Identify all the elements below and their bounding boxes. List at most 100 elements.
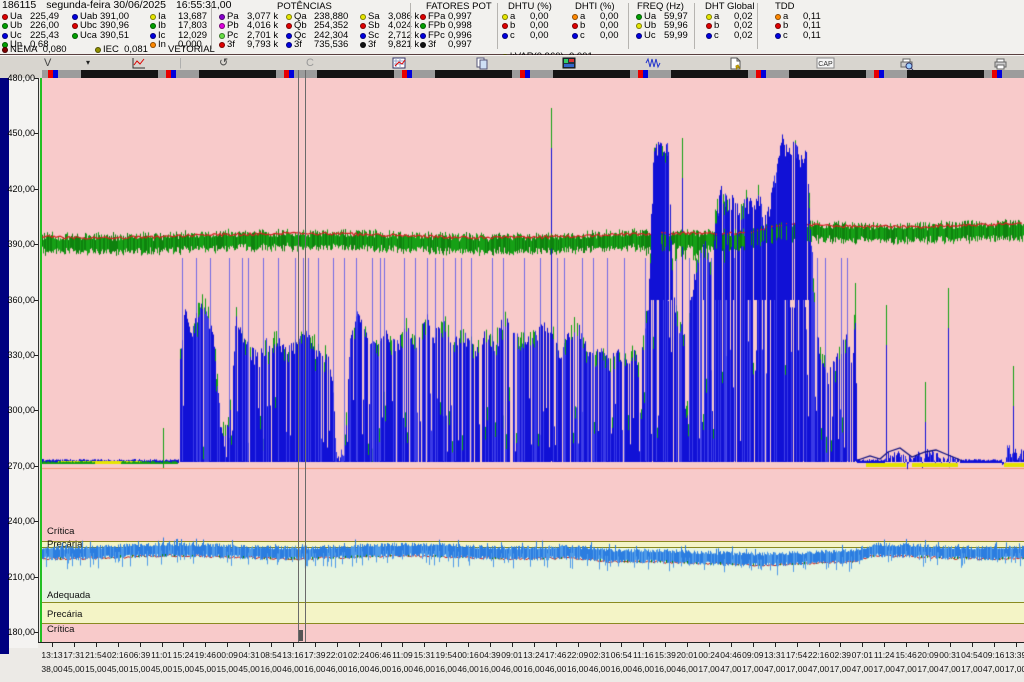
measure-label: 3f [227, 40, 247, 49]
chevron-down-icon[interactable]: ▾ [86, 56, 90, 70]
series-color-dot-icon [286, 33, 292, 39]
series-color-dot-icon [219, 23, 225, 29]
vertical-scrollbar[interactable] [0, 78, 9, 654]
x-tick-mark [862, 642, 863, 647]
time-cursor[interactable] [298, 70, 306, 642]
series-color-dot-icon [636, 33, 642, 39]
time-cursor-handle[interactable] [299, 630, 303, 641]
series-color-dot-icon [150, 33, 156, 39]
measure-label: c [580, 31, 600, 40]
x-time-label: 06:54 [611, 651, 632, 660]
measure-label: Uc [644, 31, 664, 40]
header-separator [694, 3, 695, 49]
measure-value: 0,02 [734, 30, 753, 41]
x-tick-mark [359, 642, 360, 647]
panel-power-factors: FPa0,997FPb0,998FPc0,9963f0,997 [420, 12, 472, 50]
y-axis-line [38, 78, 39, 642]
x-tick-mark [424, 642, 425, 647]
measure-value: 0,11 [803, 30, 821, 41]
x-seconds-label: 46,00 [326, 665, 347, 674]
x-seconds-label: 16,00 [436, 665, 457, 674]
x-time-label: 00:16 [457, 651, 478, 660]
x-tick-mark [753, 642, 754, 647]
plot-area[interactable]: CríticaPrecáriaAdequadaPrecáriaCrítica [42, 78, 1024, 642]
y-tick-label: 420,00 [7, 185, 35, 194]
y-tick-label: 210,00 [7, 573, 35, 582]
series-color-dot-icon [420, 23, 426, 29]
x-tick-mark [249, 642, 250, 647]
undo-icon[interactable]: ↺ [219, 56, 228, 70]
measurements-header: 186115segunda-feira 30/06/202516:55:31,0… [0, 0, 1024, 55]
redo-icon[interactable]: C [306, 56, 314, 70]
x-tick-mark [600, 642, 601, 647]
event-timeline-strip[interactable] [42, 70, 1024, 78]
series-color-dot-icon [502, 33, 508, 39]
x-seconds-label: 17,00 [1005, 665, 1024, 674]
fatores-pot-title: FATORES POT [426, 2, 492, 12]
vetorial-label[interactable]: VETORIAL [168, 45, 215, 55]
new-document-icon[interactable] [729, 57, 742, 71]
toolbar: V▾|↺CCAP [0, 55, 1024, 71]
x-time-label: 02:39 [830, 651, 851, 660]
waveform-icon[interactable] [645, 57, 661, 71]
dhtu-title: DHTU (%) [508, 2, 552, 12]
series-color-dot-icon [420, 14, 426, 20]
panel-line-voltages: Uab391,00Ubc390,96Uca390,51 [72, 12, 129, 40]
x-tick-mark [775, 642, 776, 647]
measure-label: NEMA [10, 44, 37, 55]
header-separator [497, 3, 498, 49]
x-tick-mark [709, 642, 710, 647]
x-tick-mark [1016, 642, 1017, 647]
x-tick-mark [446, 642, 447, 647]
x-time-label: 15:31 [414, 651, 435, 660]
x-tick-mark [884, 642, 885, 647]
series-color-dot-icon [502, 23, 508, 29]
x-seconds-label: 46,00 [589, 665, 610, 674]
image-view-icon[interactable] [562, 57, 576, 71]
channel-selector-button[interactable]: V [44, 56, 51, 70]
x-seconds-label: 16,00 [655, 665, 676, 674]
header-separator [628, 3, 629, 49]
x-time-label: 22:16 [808, 651, 829, 660]
quality-index-iec: IEC 0,081 [95, 45, 148, 55]
panel-freq: Ua59,97Ub59,96Uc59,99 [636, 12, 688, 40]
x-seconds-label: 17,00 [830, 665, 851, 674]
x-time-label: 09:16 [983, 651, 1004, 660]
print-icon[interactable] [993, 57, 1008, 71]
print-preview-icon[interactable] [899, 57, 914, 71]
series-color-dot-icon [636, 23, 642, 29]
x-seconds-label: 46,00 [545, 665, 566, 674]
x-tick-mark [534, 642, 535, 647]
x-time-label: 09:01 [501, 651, 522, 660]
measure-row: c0,00 [502, 31, 549, 40]
line-chart-icon[interactable] [131, 57, 146, 71]
cap-file-icon[interactable]: CAP [816, 57, 835, 71]
y-tick-label: 360,00 [7, 296, 35, 305]
series-color-dot-icon [286, 42, 292, 48]
x-seconds-label: 17,00 [874, 665, 895, 674]
x-axis-line [38, 642, 1024, 643]
x-tick-mark [183, 642, 184, 647]
x-time-label: 15:24 [173, 651, 194, 660]
y-tick-label: 450,00 [7, 129, 35, 138]
x-time-label: 02:16 [107, 651, 128, 660]
dht-global-title: DHT Global [705, 2, 754, 12]
x-seconds-label: 45,00 [107, 665, 128, 674]
series-color-dot-icon [572, 23, 578, 29]
x-time-label: 20:01 [676, 651, 697, 660]
x-tick-mark [950, 642, 951, 647]
waveform-canvas[interactable] [42, 78, 1024, 642]
x-time-label: 04:39 [479, 651, 500, 660]
record-time: 16:55:31,00 [176, 0, 231, 11]
series-color-dot-icon [95, 47, 101, 53]
x-tick-mark [74, 642, 75, 647]
x-tick-mark [665, 642, 666, 647]
chart-edit-icon[interactable] [392, 57, 407, 71]
copy-icon[interactable] [475, 57, 489, 71]
x-seconds-label: 15,00 [85, 665, 106, 674]
record-date: segunda-feira 30/06/2025 [46, 0, 166, 11]
x-seconds-label: 45,00 [195, 665, 216, 674]
x-seconds-label: 46,00 [414, 665, 435, 674]
series-color-dot-icon [72, 23, 78, 29]
series-color-dot-icon [572, 33, 578, 39]
